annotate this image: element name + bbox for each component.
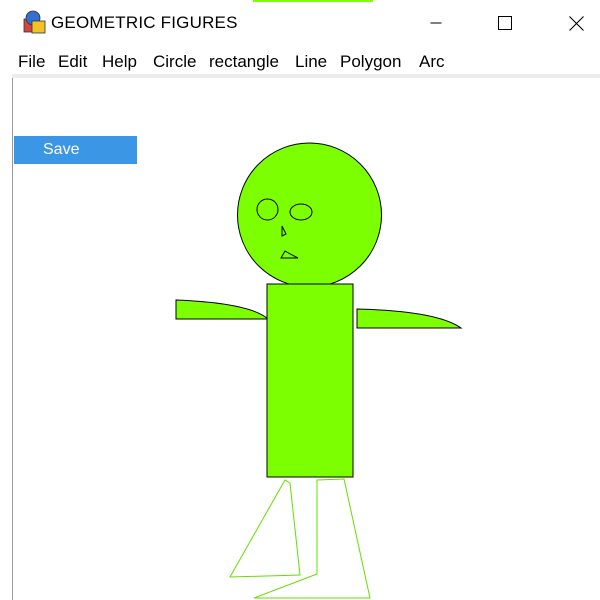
figure-right-arm: [356, 308, 463, 329]
figure-left-arm: [175, 299, 270, 320]
application-window: GEOMETRIC FIGURES File Edit Help Circle …: [0, 0, 600, 600]
figure-right-leg: [253, 478, 371, 599]
figure-body: [266, 283, 354, 478]
figure-left-leg: [229, 479, 301, 578]
save-button[interactable]: Save: [14, 136, 137, 164]
drawing-canvas[interactable]: [0, 0, 600, 600]
